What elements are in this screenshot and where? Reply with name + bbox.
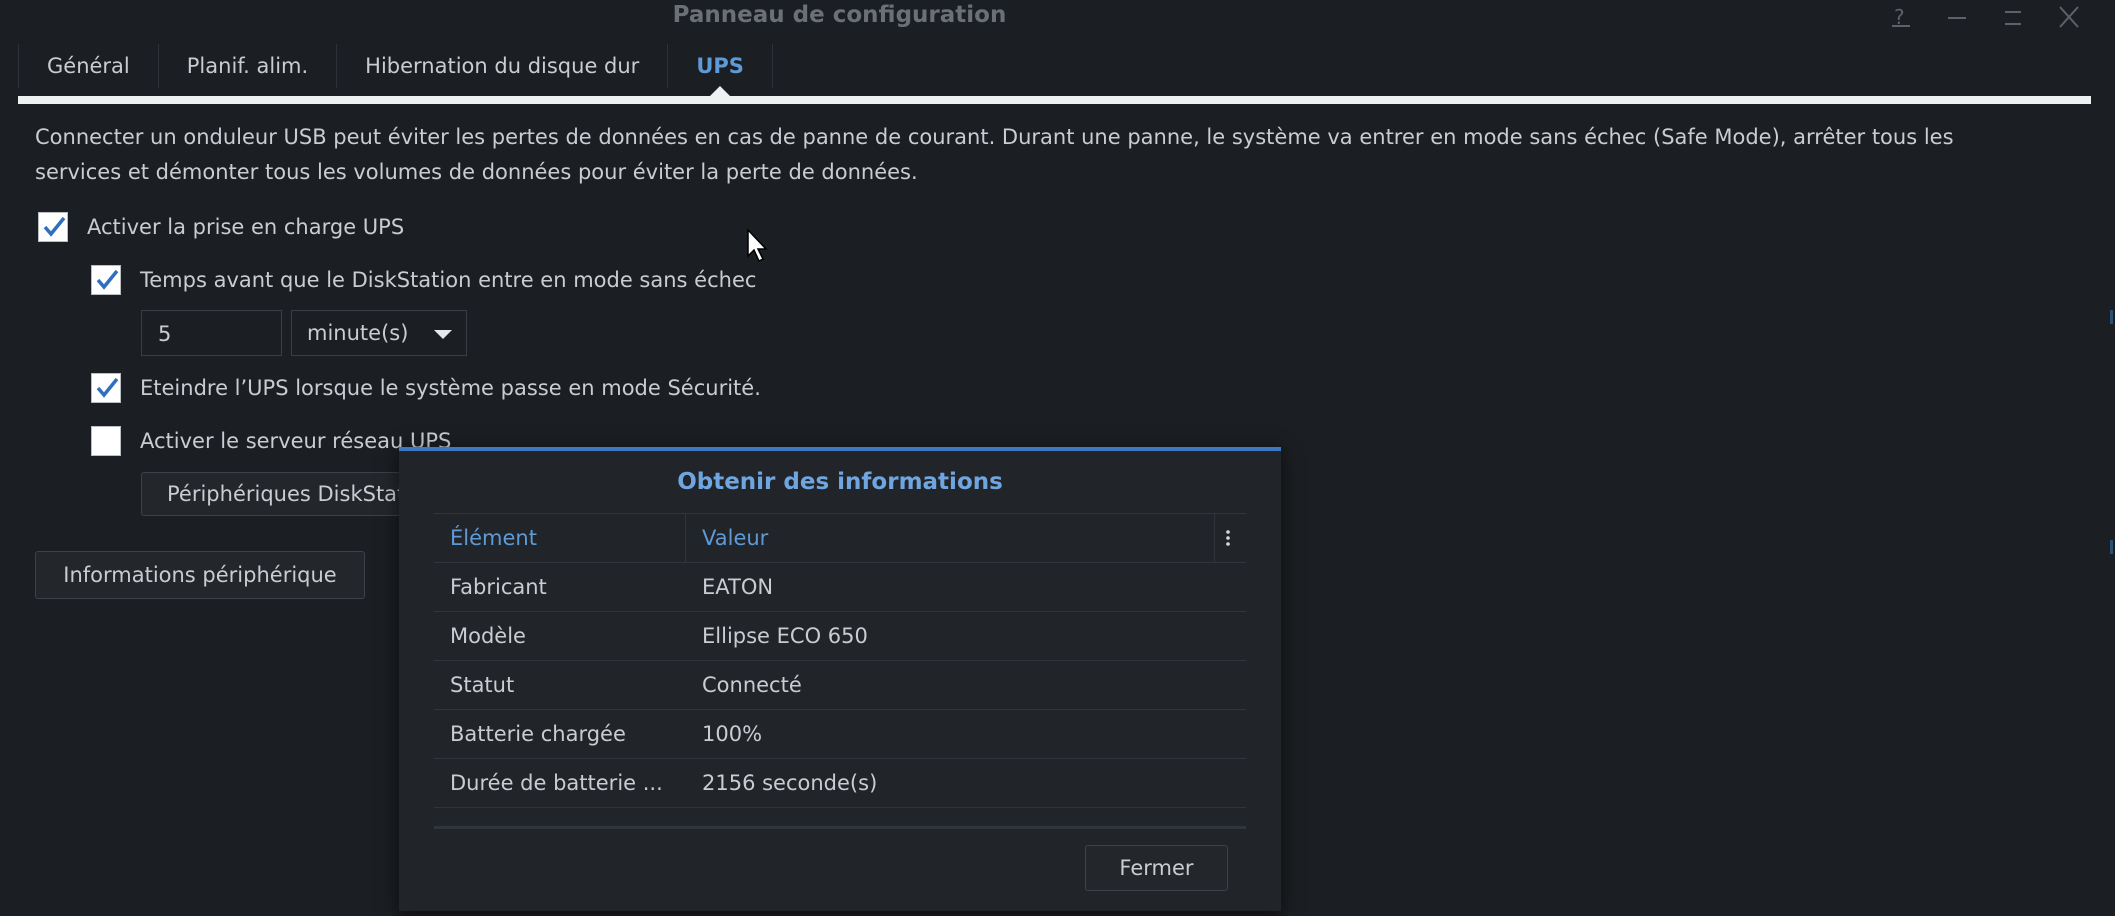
tab-ups[interactable]: UPS xyxy=(668,44,773,96)
help-icon[interactable]: ? xyxy=(1884,2,1918,32)
row-value: EATON xyxy=(702,575,774,599)
row-value: Ellipse ECO 650 xyxy=(702,624,868,648)
row-item: Modèle xyxy=(450,624,526,648)
tab-label: UPS xyxy=(696,54,744,78)
scroll-marker xyxy=(2110,310,2113,324)
enable-ups-checkbox[interactable] xyxy=(38,212,68,242)
tab-hdd-hibernation[interactable]: Hibernation du disque dur xyxy=(337,44,669,88)
tab-general[interactable]: Général xyxy=(18,44,159,88)
ups-description: Connecter un onduleur USB peut éviter le… xyxy=(35,125,1954,184)
info-grid: Élément Valeur Fabricant EATON Modèle El… xyxy=(434,513,1246,808)
row-item: Statut xyxy=(450,673,515,697)
scroll-marker xyxy=(2110,540,2113,554)
grid-footer-divider xyxy=(434,826,1246,829)
row-value: 2156 seconde(s) xyxy=(702,771,878,795)
safe-mode-delay-checkbox[interactable] xyxy=(91,265,121,295)
column-header-value[interactable]: Valeur xyxy=(702,514,1202,562)
column-divider xyxy=(1214,514,1215,562)
row-item: Durée de batterie ... xyxy=(450,771,663,795)
tab-label: Hibernation du disque dur xyxy=(365,54,640,78)
column-divider[interactable] xyxy=(685,514,686,562)
table-row[interactable]: Fabricant EATON xyxy=(434,563,1246,612)
tab-power-schedule[interactable]: Planif. alim. xyxy=(159,44,338,88)
safe-mode-delay-label: Temps avant que le DiskStation entre en … xyxy=(140,268,757,292)
maximize-icon[interactable] xyxy=(1996,2,2030,32)
active-tab-indicator xyxy=(710,86,731,96)
safe-mode-delay-row: Temps avant que le DiskStation entre en … xyxy=(91,262,756,298)
minimize-icon[interactable] xyxy=(1940,2,1974,32)
chevron-down-icon xyxy=(434,330,452,339)
enable-ups-row: Activer la prise en charge UPS xyxy=(38,209,404,245)
table-row[interactable]: Durée de batterie ... 2156 seconde(s) xyxy=(434,759,1246,808)
device-info-dialog: Obtenir des informations Élément Valeur … xyxy=(399,447,1281,911)
title-bar: Panneau de configuration ? xyxy=(0,0,2115,34)
tab-label: Planif. alim. xyxy=(186,54,309,78)
table-row[interactable]: Modèle Ellipse ECO 650 xyxy=(434,612,1246,661)
shutdown-ups-row: Eteindre l’UPS lorsque le système passe … xyxy=(91,370,761,406)
network-server-checkbox[interactable] xyxy=(91,426,121,456)
table-row[interactable]: Statut Connecté xyxy=(434,661,1246,710)
delay-unit-value: minute(s) xyxy=(307,321,409,345)
mouse-pointer-icon xyxy=(747,228,768,263)
shutdown-ups-label: Eteindre l’UPS lorsque le système passe … xyxy=(140,376,761,400)
tab-divider xyxy=(18,96,2091,104)
window-title: Panneau de configuration xyxy=(672,2,1007,28)
delay-value-input[interactable]: 5 xyxy=(141,310,282,356)
column-header-item[interactable]: Élément xyxy=(450,514,670,562)
control-panel-window: Panneau de configuration ? Général Plani… xyxy=(0,0,2115,916)
tab-bar: Général Planif. alim. Hibernation du dis… xyxy=(18,44,773,96)
network-server-row: Activer le serveur réseau UPS xyxy=(91,423,451,459)
shutdown-ups-checkbox[interactable] xyxy=(91,373,121,403)
grid-header: Élément Valeur xyxy=(434,513,1246,563)
close-dialog-button[interactable]: Fermer xyxy=(1085,845,1228,891)
tab-label: Général xyxy=(47,54,130,78)
column-menu-icon[interactable] xyxy=(1226,528,1230,548)
device-info-button[interactable]: Informations périphérique xyxy=(35,551,365,599)
table-row[interactable]: Batterie chargée 100% xyxy=(434,710,1246,759)
dialog-title: Obtenir des informations xyxy=(677,469,1003,495)
row-value: Connecté xyxy=(702,673,802,697)
row-item: Fabricant xyxy=(450,575,547,599)
enable-ups-label: Activer la prise en charge UPS xyxy=(87,215,405,239)
row-item: Batterie chargée xyxy=(450,722,626,746)
close-icon[interactable] xyxy=(2052,2,2086,32)
row-value: 100% xyxy=(702,722,763,746)
delay-unit-select[interactable]: minute(s) xyxy=(291,310,467,356)
